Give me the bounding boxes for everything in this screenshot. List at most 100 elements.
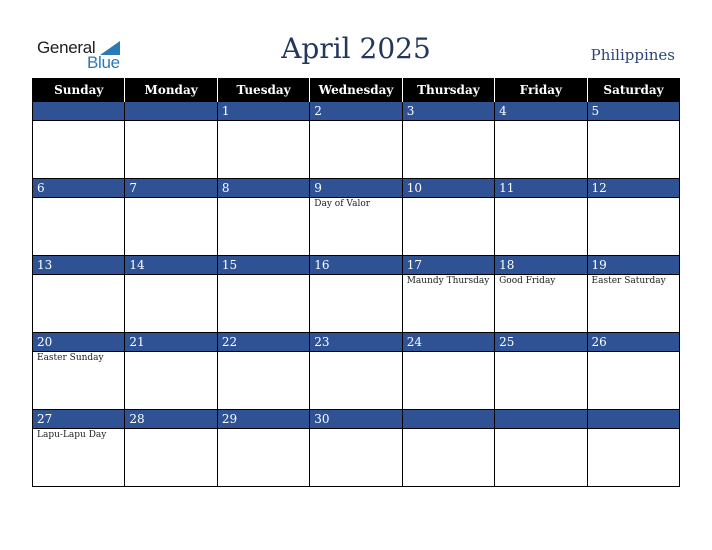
- day-cell[interactable]: 24: [401, 332, 496, 410]
- holiday-label: [125, 198, 216, 199]
- day-number: 7: [125, 179, 217, 198]
- day-number: 1: [217, 102, 310, 121]
- day-number: 10: [402, 179, 495, 198]
- day-number: 26: [587, 333, 679, 352]
- week-row: 13 14 15 16 17 Maundy Thursday 18 Good Friday 19…: [31, 255, 681, 333]
- day-cell[interactable]: 18 Good Friday: [494, 255, 588, 333]
- day-cell[interactable]: 21: [124, 332, 218, 410]
- day-cell[interactable]: 6: [31, 178, 126, 256]
- day-cell[interactable]: 25: [494, 332, 588, 410]
- holiday-label: Lapu-Lapu Day: [37, 430, 107, 440]
- day-cell[interactable]: 4: [494, 101, 588, 179]
- holiday-label: [495, 352, 586, 353]
- day-cell[interactable]: 23: [309, 332, 403, 410]
- day-cell[interactable]: 28: [124, 409, 218, 487]
- day-number: 23: [310, 333, 402, 352]
- holiday-label: [588, 352, 679, 353]
- holiday-label: [33, 121, 124, 122]
- day-number: [33, 102, 125, 121]
- day-number: 27: [33, 410, 125, 429]
- holiday-label: Good Friday: [499, 276, 556, 286]
- week-row: 6 7 8 9 Day of Valor 10 11 12: [31, 178, 681, 256]
- weekday-header: Tuesday: [216, 78, 310, 102]
- day-cell[interactable]: 14: [124, 255, 218, 333]
- day-cell[interactable]: 20 Easter Sunday: [31, 332, 126, 410]
- day-number: 28: [125, 410, 217, 429]
- day-number: 5: [587, 102, 679, 121]
- day-cell[interactable]: 10: [401, 178, 496, 256]
- day-number: [402, 410, 495, 429]
- holiday-label: [310, 275, 401, 276]
- holiday-label: [218, 352, 309, 353]
- holiday-label: [33, 275, 124, 276]
- holiday-label: [218, 198, 309, 199]
- day-number: [587, 410, 679, 429]
- day-number: 12: [587, 179, 679, 198]
- day-cell[interactable]: [31, 101, 126, 179]
- holiday-label: [218, 429, 309, 430]
- day-number: 21: [125, 333, 217, 352]
- day-cell[interactable]: 12: [586, 178, 681, 256]
- day-cell[interactable]: 9 Day of Valor: [309, 178, 403, 256]
- day-number: 4: [495, 102, 587, 121]
- day-number: [495, 410, 587, 429]
- day-number: 11: [495, 179, 587, 198]
- day-cell[interactable]: 3: [401, 101, 496, 179]
- day-cell[interactable]: 27 Lapu-Lapu Day: [31, 409, 126, 487]
- day-number: 8: [217, 179, 310, 198]
- day-number: 20: [33, 333, 125, 352]
- day-cell[interactable]: 16: [309, 255, 403, 333]
- day-number: 24: [402, 333, 495, 352]
- calendar-grid: Sunday Monday Tuesday Wednesday Thursday…: [31, 78, 681, 487]
- day-number: 6: [33, 179, 125, 198]
- day-cell[interactable]: 1: [216, 101, 311, 179]
- day-cell[interactable]: 22: [216, 332, 311, 410]
- holiday-label: [218, 275, 309, 276]
- holiday-label: [588, 121, 679, 122]
- week-row: 20 Easter Sunday 21 22 23 24 25 26: [31, 332, 681, 410]
- weekday-header: Monday: [124, 78, 218, 102]
- day-cell[interactable]: 13: [31, 255, 126, 333]
- day-cell[interactable]: [494, 409, 588, 487]
- day-cell[interactable]: 30: [309, 409, 403, 487]
- day-cell[interactable]: 29: [216, 409, 311, 487]
- day-cell[interactable]: [586, 409, 681, 487]
- holiday-label: [125, 121, 216, 122]
- day-cell[interactable]: 15: [216, 255, 311, 333]
- country-label: Philippines: [590, 46, 675, 64]
- day-cell[interactable]: [124, 101, 218, 179]
- holiday-label: [403, 121, 494, 122]
- holiday-label: Maundy Thursday: [406, 276, 490, 286]
- day-cell[interactable]: 2: [309, 101, 403, 179]
- day-number: 13: [33, 256, 125, 275]
- day-number: 17: [402, 256, 495, 275]
- weekday-header: Thursday: [401, 78, 495, 102]
- holiday-label: [403, 352, 494, 353]
- day-number: [125, 102, 217, 121]
- day-number: 29: [217, 410, 310, 429]
- day-cell[interactable]: 19 Easter Saturday: [586, 255, 681, 333]
- week-row: 27 Lapu-Lapu Day 28 29 30: [31, 409, 681, 487]
- holiday-label: [125, 429, 216, 430]
- holiday-label: [588, 198, 679, 199]
- holiday-label: [218, 121, 309, 122]
- day-cell[interactable]: 8: [216, 178, 311, 256]
- day-cell[interactable]: [401, 409, 496, 487]
- weekday-header: Wednesday: [309, 78, 403, 102]
- day-cell[interactable]: 11: [494, 178, 588, 256]
- day-number: 3: [402, 102, 495, 121]
- day-number: 9: [310, 179, 402, 198]
- holiday-label: [33, 198, 124, 199]
- day-cell[interactable]: 7: [124, 178, 218, 256]
- weekday-header: Friday: [494, 78, 588, 102]
- holiday-label: [310, 121, 401, 122]
- day-cell[interactable]: 5: [586, 101, 681, 179]
- holiday-label: Easter Sunday: [37, 353, 104, 363]
- holiday-label: [495, 121, 586, 122]
- day-number: 30: [310, 410, 402, 429]
- day-cell[interactable]: 26: [586, 332, 681, 410]
- day-number: 25: [495, 333, 587, 352]
- holiday-label: Easter Saturday: [591, 276, 666, 286]
- day-number: 22: [217, 333, 310, 352]
- day-cell[interactable]: 17 Maundy Thursday: [401, 255, 496, 333]
